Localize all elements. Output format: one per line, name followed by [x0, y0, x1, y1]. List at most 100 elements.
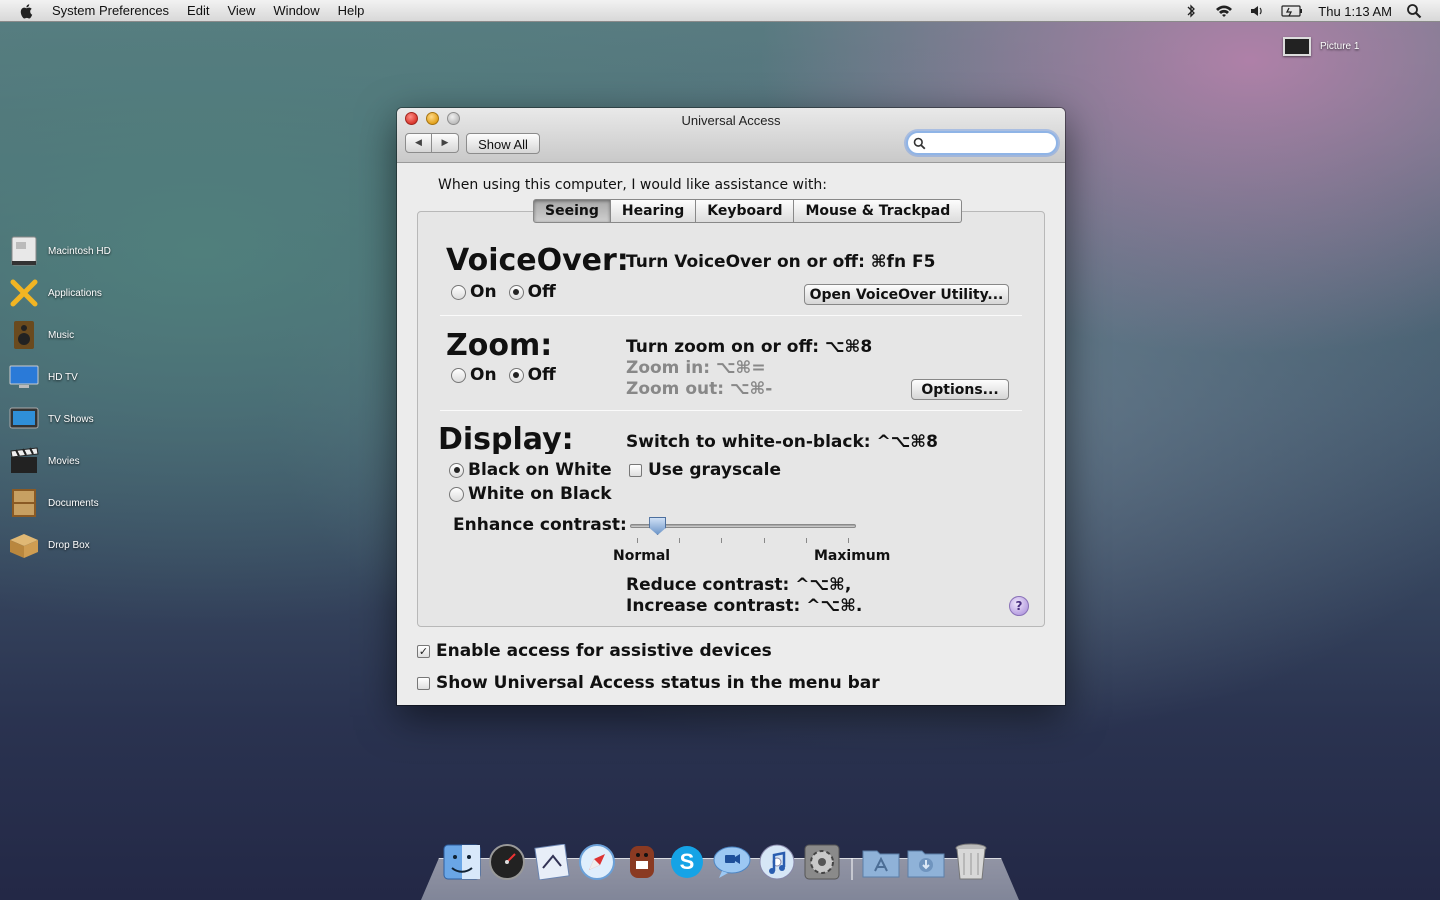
search-icon: [913, 137, 926, 149]
black-on-white-label: Black on White: [468, 460, 612, 480]
nav-buttons: ◀ ▶: [405, 133, 459, 153]
applications-folder-icon[interactable]: [859, 840, 903, 884]
zoom-on-label: On: [470, 365, 497, 385]
desktop-item-movies[interactable]: Movies: [8, 440, 111, 482]
display-white-on-black-option[interactable]: White on Black: [449, 484, 612, 504]
desktop-item-label: TV Shows: [48, 413, 94, 425]
desktop-item-macintosh-hd[interactable]: Macintosh HD: [8, 230, 111, 272]
desktop-item-hd-tv[interactable]: HD TV: [8, 356, 111, 398]
show-all-button[interactable]: Show All: [466, 133, 540, 154]
status-menu-label: Show Universal Access status in the menu…: [436, 673, 880, 693]
preferences-search-field[interactable]: [906, 131, 1058, 155]
desktop-item-label: Applications: [48, 287, 102, 299]
contrast-maximum-label: Maximum: [814, 548, 891, 564]
tab-seeing[interactable]: Seeing: [533, 199, 611, 223]
desktop-item-music[interactable]: Music: [8, 314, 111, 356]
assistive-devices-checkbox[interactable]: ✓: [417, 644, 430, 658]
slider-tick: [806, 538, 807, 543]
assistance-intro-text: When using this computer, I would like a…: [438, 177, 827, 193]
desktop-item-drop-box[interactable]: Drop Box: [8, 524, 111, 566]
safari-icon[interactable]: [575, 840, 619, 884]
voiceover-title: VoiceOver:: [446, 243, 629, 278]
universal-access-window: Universal Access ◀ ▶ Show All When using…: [397, 108, 1065, 705]
zoom-on-radio[interactable]: [451, 367, 466, 383]
wifi-icon[interactable]: [1214, 3, 1234, 19]
itunes-icon[interactable]: [755, 840, 799, 884]
apple-menu-icon[interactable]: [19, 3, 35, 19]
assistive-devices-option[interactable]: ✓ Enable access for assistive devices: [417, 641, 772, 661]
menu-edit[interactable]: Edit: [187, 3, 209, 18]
menu-window[interactable]: Window: [273, 3, 319, 18]
menu-app-name[interactable]: System Preferences: [52, 3, 169, 18]
zoom-off-radio[interactable]: [508, 367, 524, 383]
tv-display-icon: [8, 361, 40, 393]
music-speaker-icon: [8, 319, 40, 351]
seeing-pane: VoiceOver: Turn VoiceOver on or off: ⌘fn…: [417, 211, 1045, 627]
bluetooth-icon[interactable]: [1182, 3, 1200, 19]
voiceover-radio-group: On Off: [451, 282, 556, 302]
help-button[interactable]: ?: [1009, 596, 1029, 616]
spotlight-icon[interactable]: [1406, 3, 1422, 19]
back-arrow-icon: ◀: [415, 138, 422, 148]
contrast-slider-knob[interactable]: [649, 517, 667, 535]
forward-arrow-icon: ▶: [441, 138, 449, 148]
status-menu-option[interactable]: Show Universal Access status in the menu…: [417, 673, 880, 693]
skype-icon[interactable]: S: [665, 840, 709, 884]
volume-icon[interactable]: [1248, 3, 1266, 19]
contrast-normal-label: Normal: [613, 548, 671, 564]
zoom-radio-group: On Off: [451, 365, 556, 385]
slider-tick: [848, 538, 849, 543]
picture-thumbnail: [1283, 37, 1311, 56]
reduce-contrast-text: Reduce contrast: ^⌥⌘,: [626, 575, 852, 595]
display-title: Display:: [438, 422, 574, 454]
category-tabs: Seeing Hearing Keyboard Mouse & Trackpad: [533, 199, 963, 223]
mail-icon[interactable]: [530, 840, 574, 884]
menu-clock[interactable]: Thu 1:13 AM: [1318, 4, 1392, 19]
voiceover-on-radio[interactable]: [451, 284, 466, 300]
grayscale-checkbox[interactable]: [629, 463, 642, 477]
forward-button[interactable]: ▶: [432, 133, 459, 153]
voiceover-off-label: Off: [527, 282, 556, 302]
domo-icon[interactable]: [620, 840, 664, 884]
trash-icon[interactable]: [949, 840, 993, 884]
display-shortcut-text: Switch to white-on-black: ^⌥⌘8: [626, 432, 938, 452]
desktop-item-documents[interactable]: Documents: [8, 482, 111, 524]
system-preferences-icon[interactable]: [800, 840, 844, 884]
back-button[interactable]: ◀: [405, 133, 432, 153]
desktop-shortcuts: Macintosh HD Applications Music HD TV TV…: [8, 230, 111, 566]
downloads-folder-icon[interactable]: [904, 840, 948, 884]
drop-box-icon: [8, 529, 40, 561]
zoom-options-button[interactable]: Options...: [911, 379, 1009, 400]
zoom-title: Zoom:: [446, 328, 553, 363]
bookshelf-icon: [8, 487, 40, 519]
finder-icon[interactable]: [440, 840, 484, 884]
menu-help[interactable]: Help: [338, 3, 365, 18]
grayscale-option[interactable]: Use grayscale: [629, 460, 781, 480]
window-toolbar[interactable]: Universal Access ◀ ▶ Show All: [397, 108, 1065, 163]
black-on-white-radio[interactable]: [449, 462, 464, 478]
voiceover-off-radio[interactable]: [508, 284, 524, 300]
desktop-item-tv-shows[interactable]: TV Shows: [8, 398, 111, 440]
desktop-item-applications[interactable]: Applications: [8, 272, 111, 314]
display-black-on-white-option[interactable]: Black on White: [449, 460, 612, 480]
tab-mouse-trackpad[interactable]: Mouse & Trackpad: [794, 199, 963, 223]
menu-view[interactable]: View: [227, 3, 255, 18]
hard-drive-icon: [8, 235, 40, 267]
clapperboard-icon: [8, 445, 40, 477]
menu-bar: System Preferences Edit View Window Help…: [0, 0, 1440, 22]
tab-keyboard[interactable]: Keyboard: [696, 199, 795, 223]
desktop-item-label: HD TV: [48, 371, 78, 383]
ichat-icon[interactable]: [710, 840, 754, 884]
picture-label: Picture 1: [1320, 41, 1360, 52]
zoom-shortcut-text: Turn zoom on or off: ⌥⌘8: [626, 337, 873, 357]
grayscale-label: Use grayscale: [648, 460, 781, 480]
status-menu-checkbox[interactable]: [417, 676, 430, 690]
white-on-black-radio[interactable]: [449, 486, 464, 502]
battery-icon[interactable]: [1280, 3, 1304, 19]
tab-hearing[interactable]: Hearing: [610, 199, 697, 223]
divider: [440, 410, 1022, 411]
desktop-file-picture[interactable]: Picture 1: [1283, 37, 1359, 56]
dashboard-icon[interactable]: [485, 840, 529, 884]
desktop-item-label: Drop Box: [48, 539, 90, 551]
open-voiceover-utility-button[interactable]: Open VoiceOver Utility...: [804, 284, 1009, 305]
